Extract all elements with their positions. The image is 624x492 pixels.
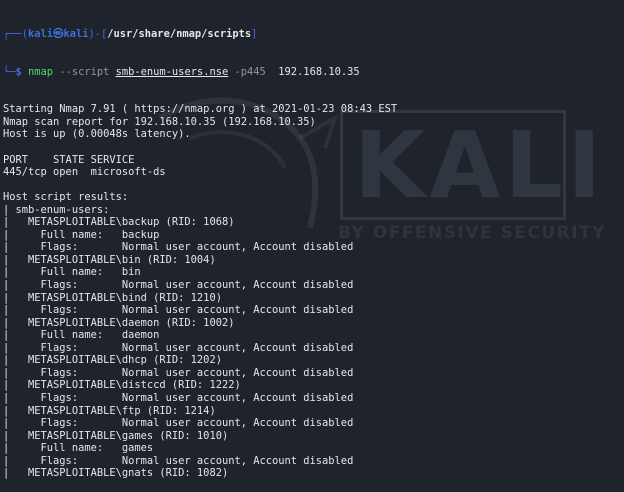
prompt-path: /usr/share/nmap/scripts <box>107 28 252 41</box>
command-nmap: nmap <box>28 65 54 78</box>
output-line: | METASPLOITABLE\gnats (RID: 1082) <box>3 467 229 480</box>
terminal-output[interactable]: ┌──(kali㉿kali)-[/usr/share/nmap/scripts]… <box>3 3 624 479</box>
output-line: | METASPLOITABLE\bind (RID: 1210) <box>3 291 222 304</box>
output-line: | Full name: games <box>3 442 154 455</box>
output-line: | METASPLOITABLE\backup (RID: 1068) <box>3 216 235 229</box>
output-line: | Full name: backup <box>3 228 160 241</box>
output-line: | Flags: Normal user account, Account di… <box>3 304 354 317</box>
output-line: | Flags: Normal user account, Account di… <box>3 391 354 404</box>
command-option-script: --script <box>53 65 116 78</box>
prompt-line-1: ┌──(kali㉿kali)-[/usr/share/nmap/scripts] <box>3 28 258 41</box>
output-line: Nmap scan report for 192.168.10.35 (192.… <box>3 115 316 128</box>
command-script-name: smb-enum-users.nse <box>115 65 229 78</box>
output-line: | Flags: Normal user account, Account di… <box>3 341 354 354</box>
output-line: | Flags: Normal user account, Account di… <box>3 417 354 430</box>
output-line: Starting Nmap 7.91 ( https://nmap.org ) … <box>3 103 398 116</box>
output-line: | METASPLOITABLE\games (RID: 1010) <box>3 429 229 442</box>
prompt-host: kali <box>63 28 89 41</box>
prompt-at-symbol: ㉿ <box>53 28 64 41</box>
output-line: | Full name: bin <box>3 266 141 279</box>
output-line: | METASPLOITABLE\daemon (RID: 1002) <box>3 316 235 329</box>
output-line: | METASPLOITABLE\distccd (RID: 1222) <box>3 379 241 392</box>
output-line: | Flags: Normal user account, Account di… <box>3 279 354 292</box>
command-line[interactable]: └─$ nmap --script smb-enum-users.nse -p4… <box>3 66 624 79</box>
output-line: 445/tcp open microsoft-ds <box>3 166 166 179</box>
output-line: | METASPLOITABLE\dhcp (RID: 1202) <box>3 354 222 367</box>
command-target-ip: 192.168.10.35 <box>272 65 360 78</box>
prompt-dollar: $ <box>15 65 29 78</box>
output-line: PORT STATE SERVICE <box>3 153 135 166</box>
command-option-port: -p445 <box>228 65 273 78</box>
output-line: | smb-enum-users: <box>3 203 110 216</box>
output-line: | Flags: Normal user account, Account di… <box>3 454 354 467</box>
output-line: | Flags: Normal user account, Account di… <box>3 366 354 379</box>
output-line: | Full name: daemon <box>3 329 160 342</box>
output-line: Host is up (0.00048s latency). <box>3 128 191 141</box>
output-line: | METASPLOITABLE\ftp (RID: 1214) <box>3 404 216 417</box>
command-output: Starting Nmap 7.91 ( https://nmap.org ) … <box>3 103 624 479</box>
output-line: | METASPLOITABLE\bin (RID: 1004) <box>3 253 216 266</box>
output-line: | Flags: Normal user account, Account di… <box>3 241 354 254</box>
output-line: Host script results: <box>3 191 129 204</box>
prompt-user: kali <box>28 28 54 41</box>
